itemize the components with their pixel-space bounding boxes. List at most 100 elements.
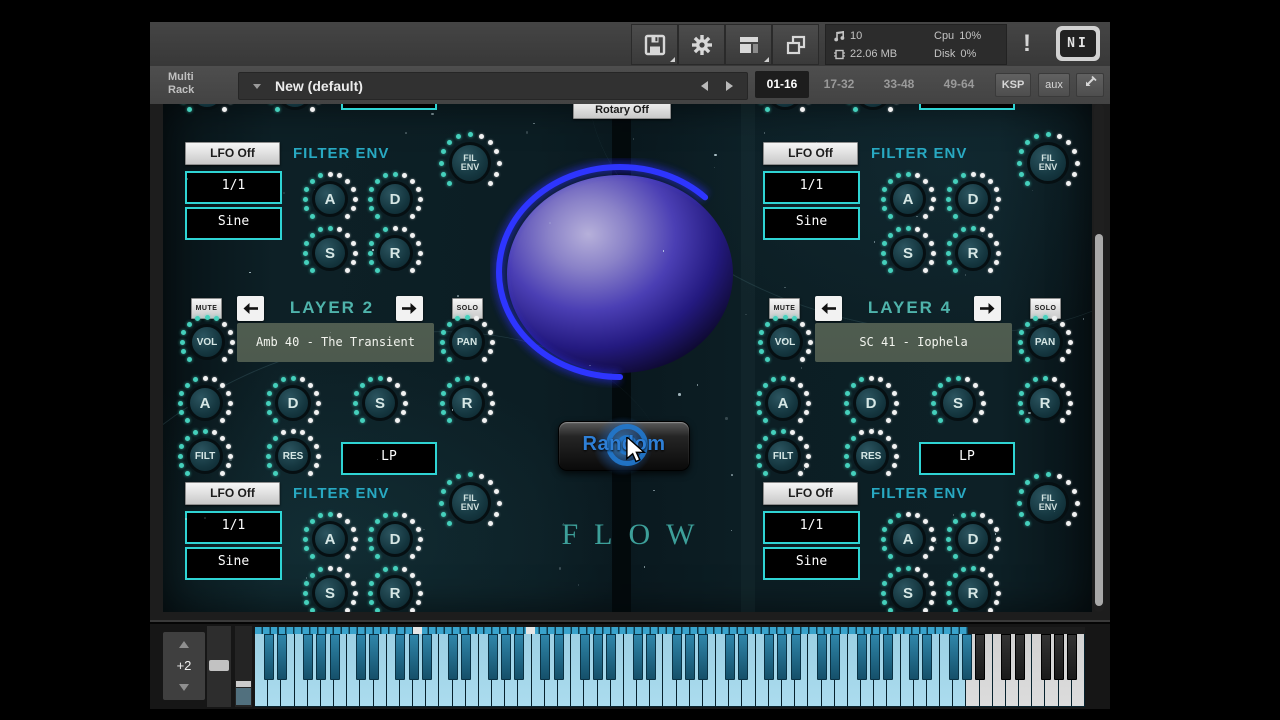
fader-thumb[interactable] — [209, 660, 229, 671]
sustain-knob[interactable]: S — [351, 374, 409, 432]
black-key[interactable] — [303, 634, 313, 680]
black-key[interactable] — [264, 634, 274, 680]
scrollbar-thumb[interactable] — [1095, 234, 1103, 606]
lfo-wave-select[interactable]: Sine — [763, 207, 860, 240]
minimize-view-button[interactable] — [1076, 73, 1104, 97]
vertical-scrollbar[interactable] — [1094, 104, 1104, 612]
warning-indicator[interactable]: ! — [1012, 24, 1042, 63]
next-layer-preset-button[interactable] — [396, 296, 423, 321]
black-key[interactable] — [277, 634, 287, 680]
filter-sustain-knob[interactable]: S — [301, 564, 359, 612]
next-layer-preset-button[interactable] — [974, 296, 1001, 321]
lfo-toggle-button[interactable]: LFO Off — [763, 142, 858, 165]
black-key[interactable] — [698, 634, 708, 680]
black-key[interactable] — [922, 634, 932, 680]
black-key[interactable] — [409, 634, 419, 680]
filter-decay-knob[interactable]: D — [366, 510, 424, 568]
layer-preset-display[interactable]: Amb 40 - The Transient — [237, 323, 434, 362]
fil-env-amount-knob[interactable]: FILENV — [1015, 130, 1081, 196]
volume-knob[interactable]: VOL — [756, 313, 814, 371]
tab-17-32[interactable]: 17-32 — [812, 71, 866, 98]
keyboard-mini-slider[interactable] — [235, 626, 252, 707]
resonance-knob[interactable]: RES — [264, 427, 322, 485]
black-key[interactable] — [1067, 634, 1077, 680]
black-key[interactable] — [791, 634, 801, 680]
filter-attack-knob[interactable]: A — [301, 510, 359, 568]
black-key[interactable] — [488, 634, 498, 680]
black-key[interactable] — [316, 634, 326, 680]
triangle-up-icon[interactable] — [179, 641, 189, 648]
black-key[interactable] — [883, 634, 893, 680]
options-button[interactable] — [678, 24, 725, 65]
pan-knob[interactable]: PAN — [438, 313, 496, 371]
black-key[interactable] — [817, 634, 827, 680]
decay-knob[interactable]: D — [842, 374, 900, 432]
release-knob[interactable]: R — [438, 374, 496, 432]
filter-sustain-knob[interactable]: S — [879, 224, 937, 282]
layer-preset-display[interactable]: SC 41 - Iophela — [815, 323, 1012, 362]
black-key[interactable] — [857, 634, 867, 680]
filter-decay-knob[interactable]: D — [366, 170, 424, 228]
prev-preset-arrow[interactable] — [701, 81, 708, 91]
save-button[interactable] — [631, 24, 678, 65]
filter-sustain-knob[interactable]: S — [301, 224, 359, 282]
filter-attack-knob[interactable]: A — [879, 510, 937, 568]
black-key[interactable] — [356, 634, 366, 680]
lfo-toggle-button[interactable]: LFO Off — [185, 142, 280, 165]
filter-type-select[interactable]: LP — [919, 442, 1015, 475]
black-key[interactable] — [606, 634, 616, 680]
black-key[interactable] — [1041, 634, 1051, 680]
black-key[interactable] — [685, 634, 695, 680]
decay-knob[interactable]: D — [264, 374, 322, 432]
attack-knob[interactable]: A — [754, 374, 812, 432]
black-key[interactable] — [962, 634, 972, 680]
lfo-rate-select[interactable]: 1/1 — [185, 511, 282, 544]
black-key[interactable] — [1015, 634, 1025, 680]
black-key[interactable] — [554, 634, 564, 680]
black-key[interactable] — [633, 634, 643, 680]
prev-layer-preset-button[interactable] — [237, 296, 264, 321]
pan-knob[interactable]: PAN — [1016, 313, 1074, 371]
black-key[interactable] — [949, 634, 959, 680]
volume-knob[interactable]: VOL — [178, 313, 236, 371]
lfo-rate-select[interactable]: 1/1 — [185, 171, 282, 204]
black-key[interactable] — [764, 634, 774, 680]
preset-dropdown[interactable]: New (default) — [238, 72, 748, 100]
filter-release-knob[interactable]: R — [944, 564, 1002, 612]
filter-attack-knob[interactable]: A — [879, 170, 937, 228]
aux-button[interactable]: aux — [1038, 73, 1070, 97]
black-key[interactable] — [395, 634, 405, 680]
black-key[interactable] — [870, 634, 880, 680]
ksp-button[interactable]: KSP — [995, 73, 1031, 97]
black-key[interactable] — [1001, 634, 1011, 680]
black-key[interactable] — [593, 634, 603, 680]
tab-33-48[interactable]: 33-48 — [872, 71, 926, 98]
transpose-control[interactable]: +2 — [163, 632, 205, 700]
filter-cutoff-knob[interactable]: FILT — [754, 427, 812, 485]
random-button[interactable]: Random — [558, 421, 690, 471]
triangle-down-icon[interactable] — [179, 684, 189, 691]
filter-release-knob[interactable]: R — [944, 224, 1002, 282]
lfo-wave-select[interactable]: Sine — [185, 207, 282, 240]
filter-type-select[interactable]: LP — [341, 442, 437, 475]
lfo-wave-select[interactable]: Sine — [763, 547, 860, 580]
resonance-knob[interactable]: RES — [842, 427, 900, 485]
filter-decay-knob[interactable]: D — [944, 170, 1002, 228]
piano-keyboard[interactable] — [255, 627, 1085, 707]
black-key[interactable] — [540, 634, 550, 680]
keyboard-fader[interactable] — [207, 626, 231, 707]
lfo-rate-select[interactable]: 1/1 — [763, 511, 860, 544]
mini-slider-thumb[interactable] — [236, 681, 251, 687]
black-key[interactable] — [580, 634, 590, 680]
black-key[interactable] — [830, 634, 840, 680]
black-key[interactable] — [330, 634, 340, 680]
black-key[interactable] — [777, 634, 787, 680]
filter-decay-knob[interactable]: D — [944, 510, 1002, 568]
black-key[interactable] — [672, 634, 682, 680]
next-preset-arrow[interactable] — [726, 81, 733, 91]
filter-release-knob[interactable]: R — [366, 564, 424, 612]
release-knob[interactable]: R — [1016, 374, 1074, 432]
black-key[interactable] — [725, 634, 735, 680]
black-key[interactable] — [422, 634, 432, 680]
prev-layer-preset-button[interactable] — [815, 296, 842, 321]
